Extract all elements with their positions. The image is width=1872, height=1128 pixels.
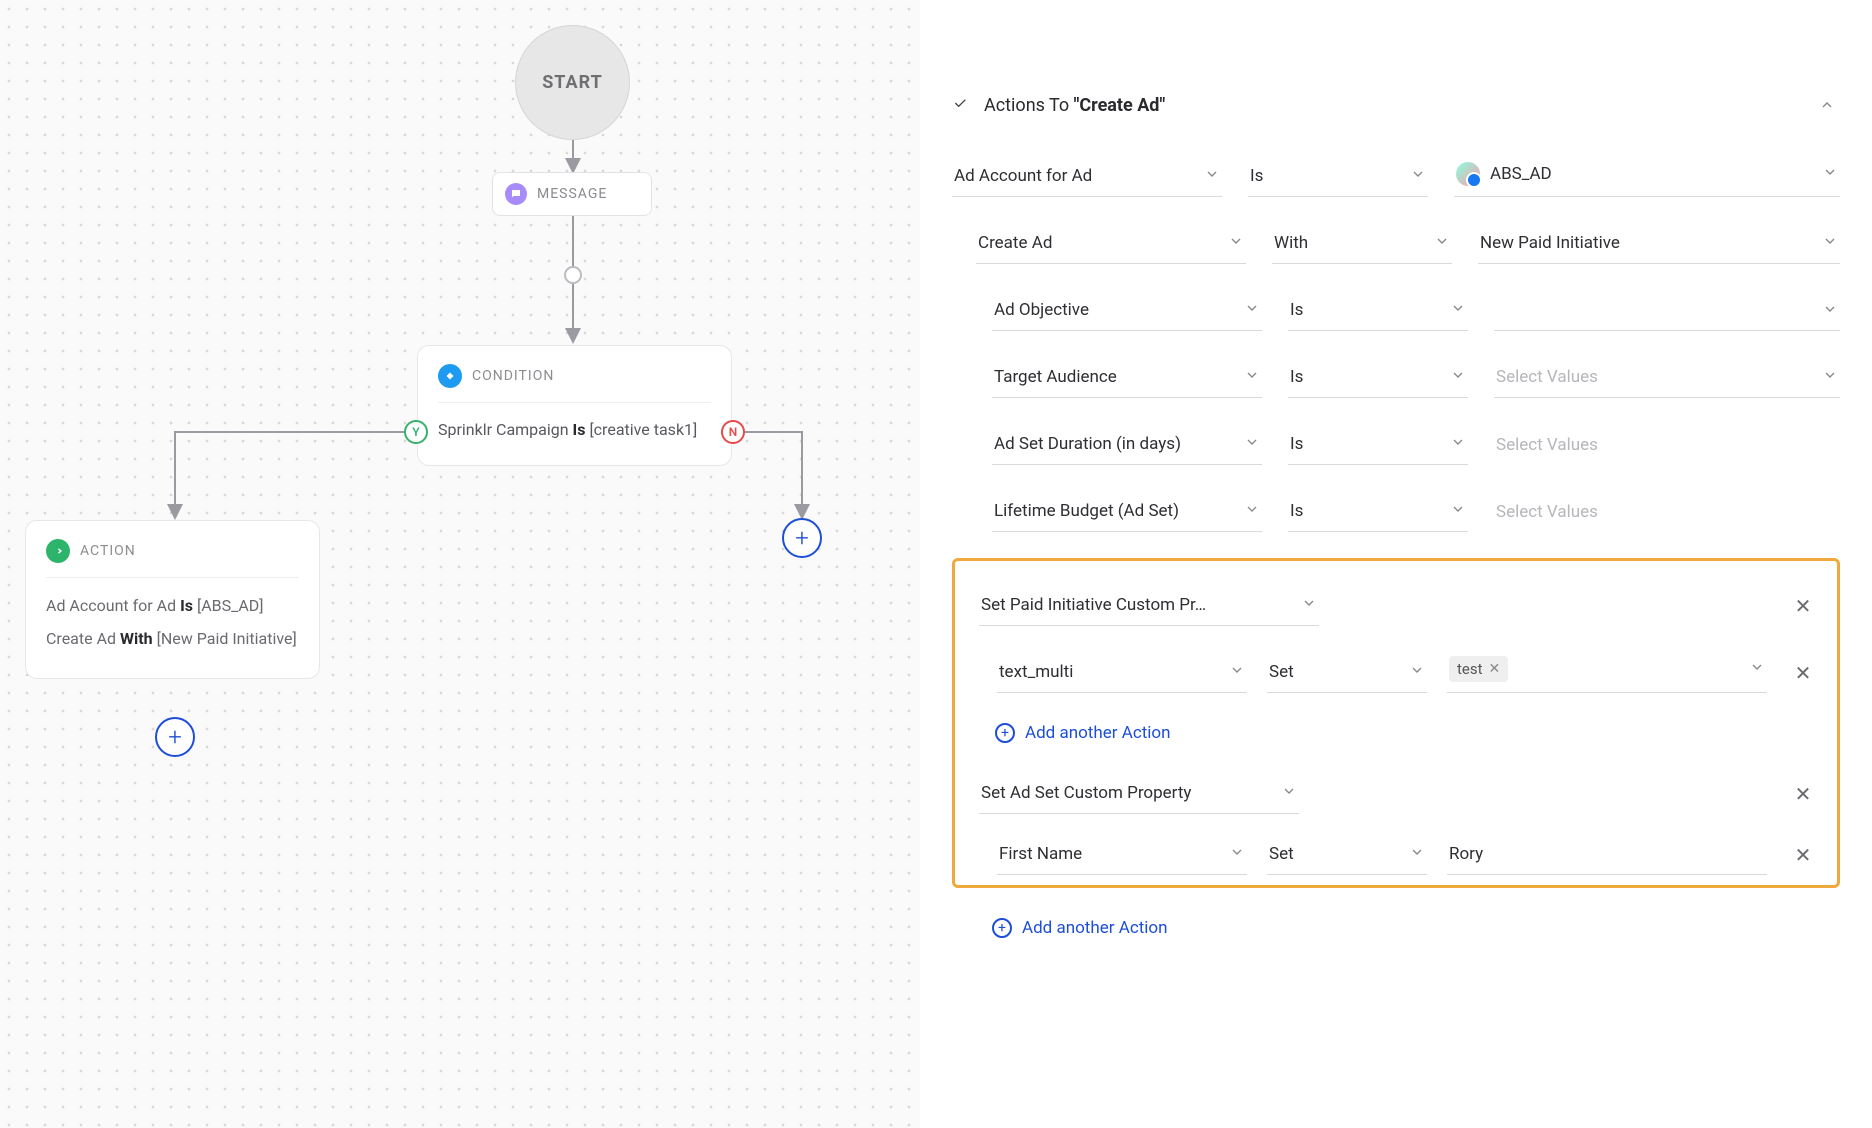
config-row: Ad Set Duration (in days) Is Select Valu… <box>952 424 1840 465</box>
sub-value-input[interactable]: Rory <box>1447 834 1767 875</box>
config-row: Create Ad With New Paid Initiative <box>952 223 1840 264</box>
start-label: START <box>542 72 603 93</box>
yes-badge: Y <box>404 420 428 444</box>
value-select[interactable]: ABS_AD <box>1454 152 1840 197</box>
remove-group-button[interactable]: ✕ <box>1787 782 1819 814</box>
chevron-down-icon <box>1822 164 1838 184</box>
remove-tag-icon[interactable]: ✕ <box>1489 661 1501 677</box>
chevron-down-icon <box>1450 300 1466 320</box>
value-tag: test ✕ <box>1449 656 1508 682</box>
chevron-down-icon <box>1822 367 1838 387</box>
chevron-down-icon <box>1204 166 1220 186</box>
sub-value-select[interactable]: test ✕ <box>1447 646 1767 693</box>
actions-panel: Actions To "Create Ad" Ad Account for Ad… <box>920 0 1872 1128</box>
chevron-down-icon <box>1409 844 1425 864</box>
operator-select[interactable]: Is <box>1288 424 1468 465</box>
chevron-up-icon[interactable] <box>1814 92 1840 118</box>
remove-row-button[interactable]: ✕ <box>1787 843 1819 875</box>
action-title: ACTION <box>80 543 136 559</box>
value-input[interactable]: Select Values <box>1494 425 1840 465</box>
chevron-down-icon <box>1228 233 1244 253</box>
config-row: Ad Objective Is <box>952 290 1840 331</box>
chevron-down-icon <box>1410 166 1426 186</box>
chevron-down-icon <box>1281 783 1297 803</box>
action-node[interactable]: ACTION Ad Account for Ad Is [ABS_AD] Cre… <box>25 520 320 679</box>
chevron-down-icon <box>1244 300 1260 320</box>
value-select[interactable]: Select Values <box>1494 357 1840 398</box>
action-body: Ad Account for Ad Is [ABS_AD] Create Ad … <box>46 578 299 652</box>
field-select[interactable]: Ad Account for Ad <box>952 156 1222 197</box>
plus-circle-icon: + <box>995 723 1015 743</box>
chevron-down-icon <box>1244 367 1260 387</box>
sub-field-select[interactable]: text_multi <box>997 652 1247 693</box>
chevron-down-icon <box>1229 844 1245 864</box>
value-input[interactable]: Select Values <box>1494 492 1840 532</box>
arrow-right-icon <box>46 539 70 563</box>
no-badge: N <box>721 420 745 444</box>
chevron-down-icon <box>1822 301 1838 321</box>
chevron-down-icon <box>1822 233 1838 253</box>
chevron-down-icon <box>1244 501 1260 521</box>
field-select[interactable]: Create Ad <box>976 223 1246 264</box>
chevron-down-icon <box>1450 501 1466 521</box>
field-select[interactable]: Ad Set Duration (in days) <box>992 424 1262 465</box>
value-select[interactable] <box>1494 291 1840 331</box>
operator-select[interactable]: Is <box>1288 357 1468 398</box>
add-below-action-button[interactable]: + <box>155 717 195 757</box>
highlighted-section: Set Paid Initiative Custom Pr… ✕ text_mu… <box>952 558 1840 888</box>
condition-body: Sprinklr Campaign Is [creative task1] <box>438 403 711 443</box>
condition-node[interactable]: CONDITION Sprinklr Campaign Is [creative… <box>417 345 732 466</box>
add-no-branch-button[interactable]: + <box>782 518 822 558</box>
sub-field-select[interactable]: First Name <box>997 834 1247 875</box>
chevron-down-icon <box>1244 434 1260 454</box>
diamond-icon <box>438 364 462 388</box>
operator-select[interactable]: Is <box>1248 156 1428 197</box>
message-label: MESSAGE <box>537 186 607 202</box>
chevron-down-icon <box>1450 367 1466 387</box>
config-row: Ad Account for Ad Is ABS_AD <box>952 152 1840 197</box>
custom-property-select[interactable]: Set Paid Initiative Custom Pr… <box>979 585 1319 626</box>
sub-op-select[interactable]: Set <box>1267 834 1427 875</box>
field-select[interactable]: Lifetime Budget (Ad Set) <box>992 491 1262 532</box>
chevron-down-icon <box>1229 662 1245 682</box>
connector-dot <box>564 266 582 284</box>
add-action-link[interactable]: + Add another Action <box>952 908 1840 968</box>
remove-group-button[interactable]: ✕ <box>1787 594 1819 626</box>
account-avatar-icon <box>1456 162 1480 186</box>
section-title: Actions To "Create Ad" <box>984 95 1165 116</box>
section-header[interactable]: Actions To "Create Ad" <box>952 92 1840 118</box>
chevron-down-icon <box>1301 595 1317 615</box>
message-node[interactable]: MESSAGE <box>492 172 652 216</box>
add-action-link[interactable]: + Add another Action <box>957 713 1819 773</box>
chevron-down-icon <box>1409 662 1425 682</box>
start-node[interactable]: START <box>515 25 630 140</box>
operator-select[interactable]: Is <box>1288 491 1468 532</box>
custom-property-select[interactable]: Set Ad Set Custom Property <box>979 773 1299 814</box>
chevron-down-icon <box>1434 233 1450 253</box>
config-row: Target Audience Is Select Values <box>952 357 1840 398</box>
field-select[interactable]: Target Audience <box>992 357 1262 398</box>
operator-select[interactable]: With <box>1272 223 1452 264</box>
chevron-down-icon <box>1749 659 1765 679</box>
remove-row-button[interactable]: ✕ <box>1787 661 1819 693</box>
config-row: Lifetime Budget (Ad Set) Is Select Value… <box>952 491 1840 532</box>
value-select[interactable]: New Paid Initiative <box>1478 223 1840 264</box>
chat-icon <box>505 183 527 205</box>
chevron-down-icon <box>1450 434 1466 454</box>
sub-op-select[interactable]: Set <box>1267 652 1427 693</box>
plus-circle-icon: + <box>992 918 1012 938</box>
operator-select[interactable]: Is <box>1288 290 1468 331</box>
field-select[interactable]: Ad Objective <box>992 290 1262 331</box>
check-icon <box>952 95 970 116</box>
workflow-canvas[interactable]: START MESSAGE CONDITION Sprinklr Campaig… <box>0 0 920 1128</box>
condition-title: CONDITION <box>472 368 554 384</box>
